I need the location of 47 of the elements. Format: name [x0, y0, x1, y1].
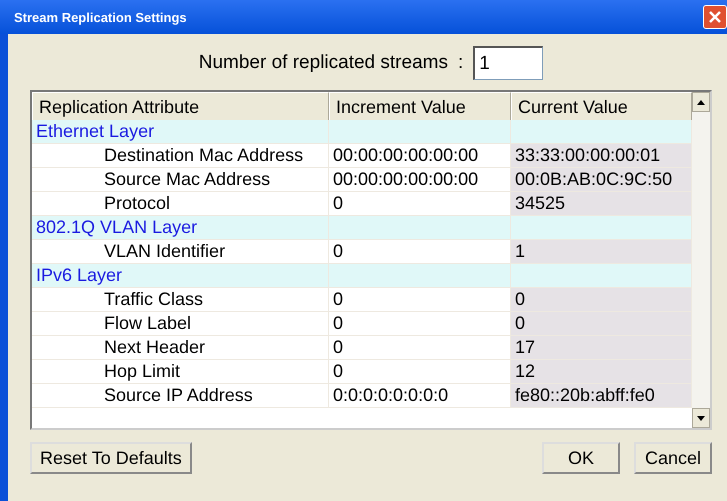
layer-row-label[interactable]: IPv6 Layer — [32, 264, 329, 288]
table-cell: Protocol — [32, 192, 329, 216]
table-cell: Traffic Class — [32, 288, 329, 312]
table-cell: fe80::20b:abff:fe0 — [511, 384, 692, 408]
table-cell: Next Header — [32, 336, 329, 360]
table-cell: 00:0B:AB:0C:9C:50 — [511, 168, 692, 192]
table-cell[interactable]: 0 — [329, 240, 511, 264]
table-cell: Hop Limit — [32, 360, 329, 384]
streams-label: Number of replicated streams — [198, 52, 448, 74]
cancel-button[interactable]: Cancel — [634, 442, 712, 474]
close-button[interactable] — [703, 5, 727, 29]
column-header[interactable]: Current Value — [511, 92, 692, 122]
close-icon — [709, 11, 721, 23]
table-cell: 34525 — [511, 192, 692, 216]
table-cell: Destination Mac Address — [32, 144, 329, 168]
column-header[interactable]: Replication Attribute — [32, 92, 329, 122]
table-cell: 12 — [511, 360, 692, 384]
table-cell[interactable]: 0:0:0:0:0:0:0:0 — [329, 384, 511, 408]
scroll-up-button[interactable] — [692, 92, 710, 112]
table-cell[interactable]: 0 — [329, 336, 511, 360]
reset-button[interactable]: Reset To Defaults — [30, 442, 192, 474]
ok-button[interactable]: OK — [542, 442, 620, 474]
table-cell[interactable]: 00:00:00:00:00:00 — [329, 168, 511, 192]
table-cell: 0 — [511, 312, 692, 336]
table-cell: 1 — [511, 240, 692, 264]
down-arrow-icon — [697, 416, 705, 420]
layer-row-label[interactable]: 802.1Q VLAN Layer — [32, 216, 329, 240]
scrollbar[interactable] — [692, 92, 710, 428]
table-cell[interactable]: 0 — [329, 192, 511, 216]
separator: : — [458, 52, 464, 74]
table-cell: 33:33:00:00:00:01 — [511, 144, 692, 168]
table-cell[interactable]: 00:00:00:00:00:00 — [329, 144, 511, 168]
table-cell: VLAN Identifier — [32, 240, 329, 264]
table-cell[interactable]: 0 — [329, 360, 511, 384]
column-header[interactable]: Increment Value — [329, 92, 511, 122]
streams-input[interactable]: 1 — [473, 46, 544, 80]
table-cell[interactable]: 0 — [329, 288, 511, 312]
table-cell: Source IP Address — [32, 384, 329, 408]
table-cell[interactable]: 0 — [329, 312, 511, 336]
table-cell: Source Mac Address — [32, 168, 329, 192]
table-cell: 17 — [511, 336, 692, 360]
up-arrow-icon — [697, 100, 705, 104]
table-cell: 0 — [511, 288, 692, 312]
scroll-down-button[interactable] — [692, 408, 710, 428]
table-cell: Flow Label — [32, 312, 329, 336]
window-title: Stream Replication Settings — [14, 10, 187, 24]
layer-row-label[interactable]: Ethernet Layer — [32, 120, 329, 144]
